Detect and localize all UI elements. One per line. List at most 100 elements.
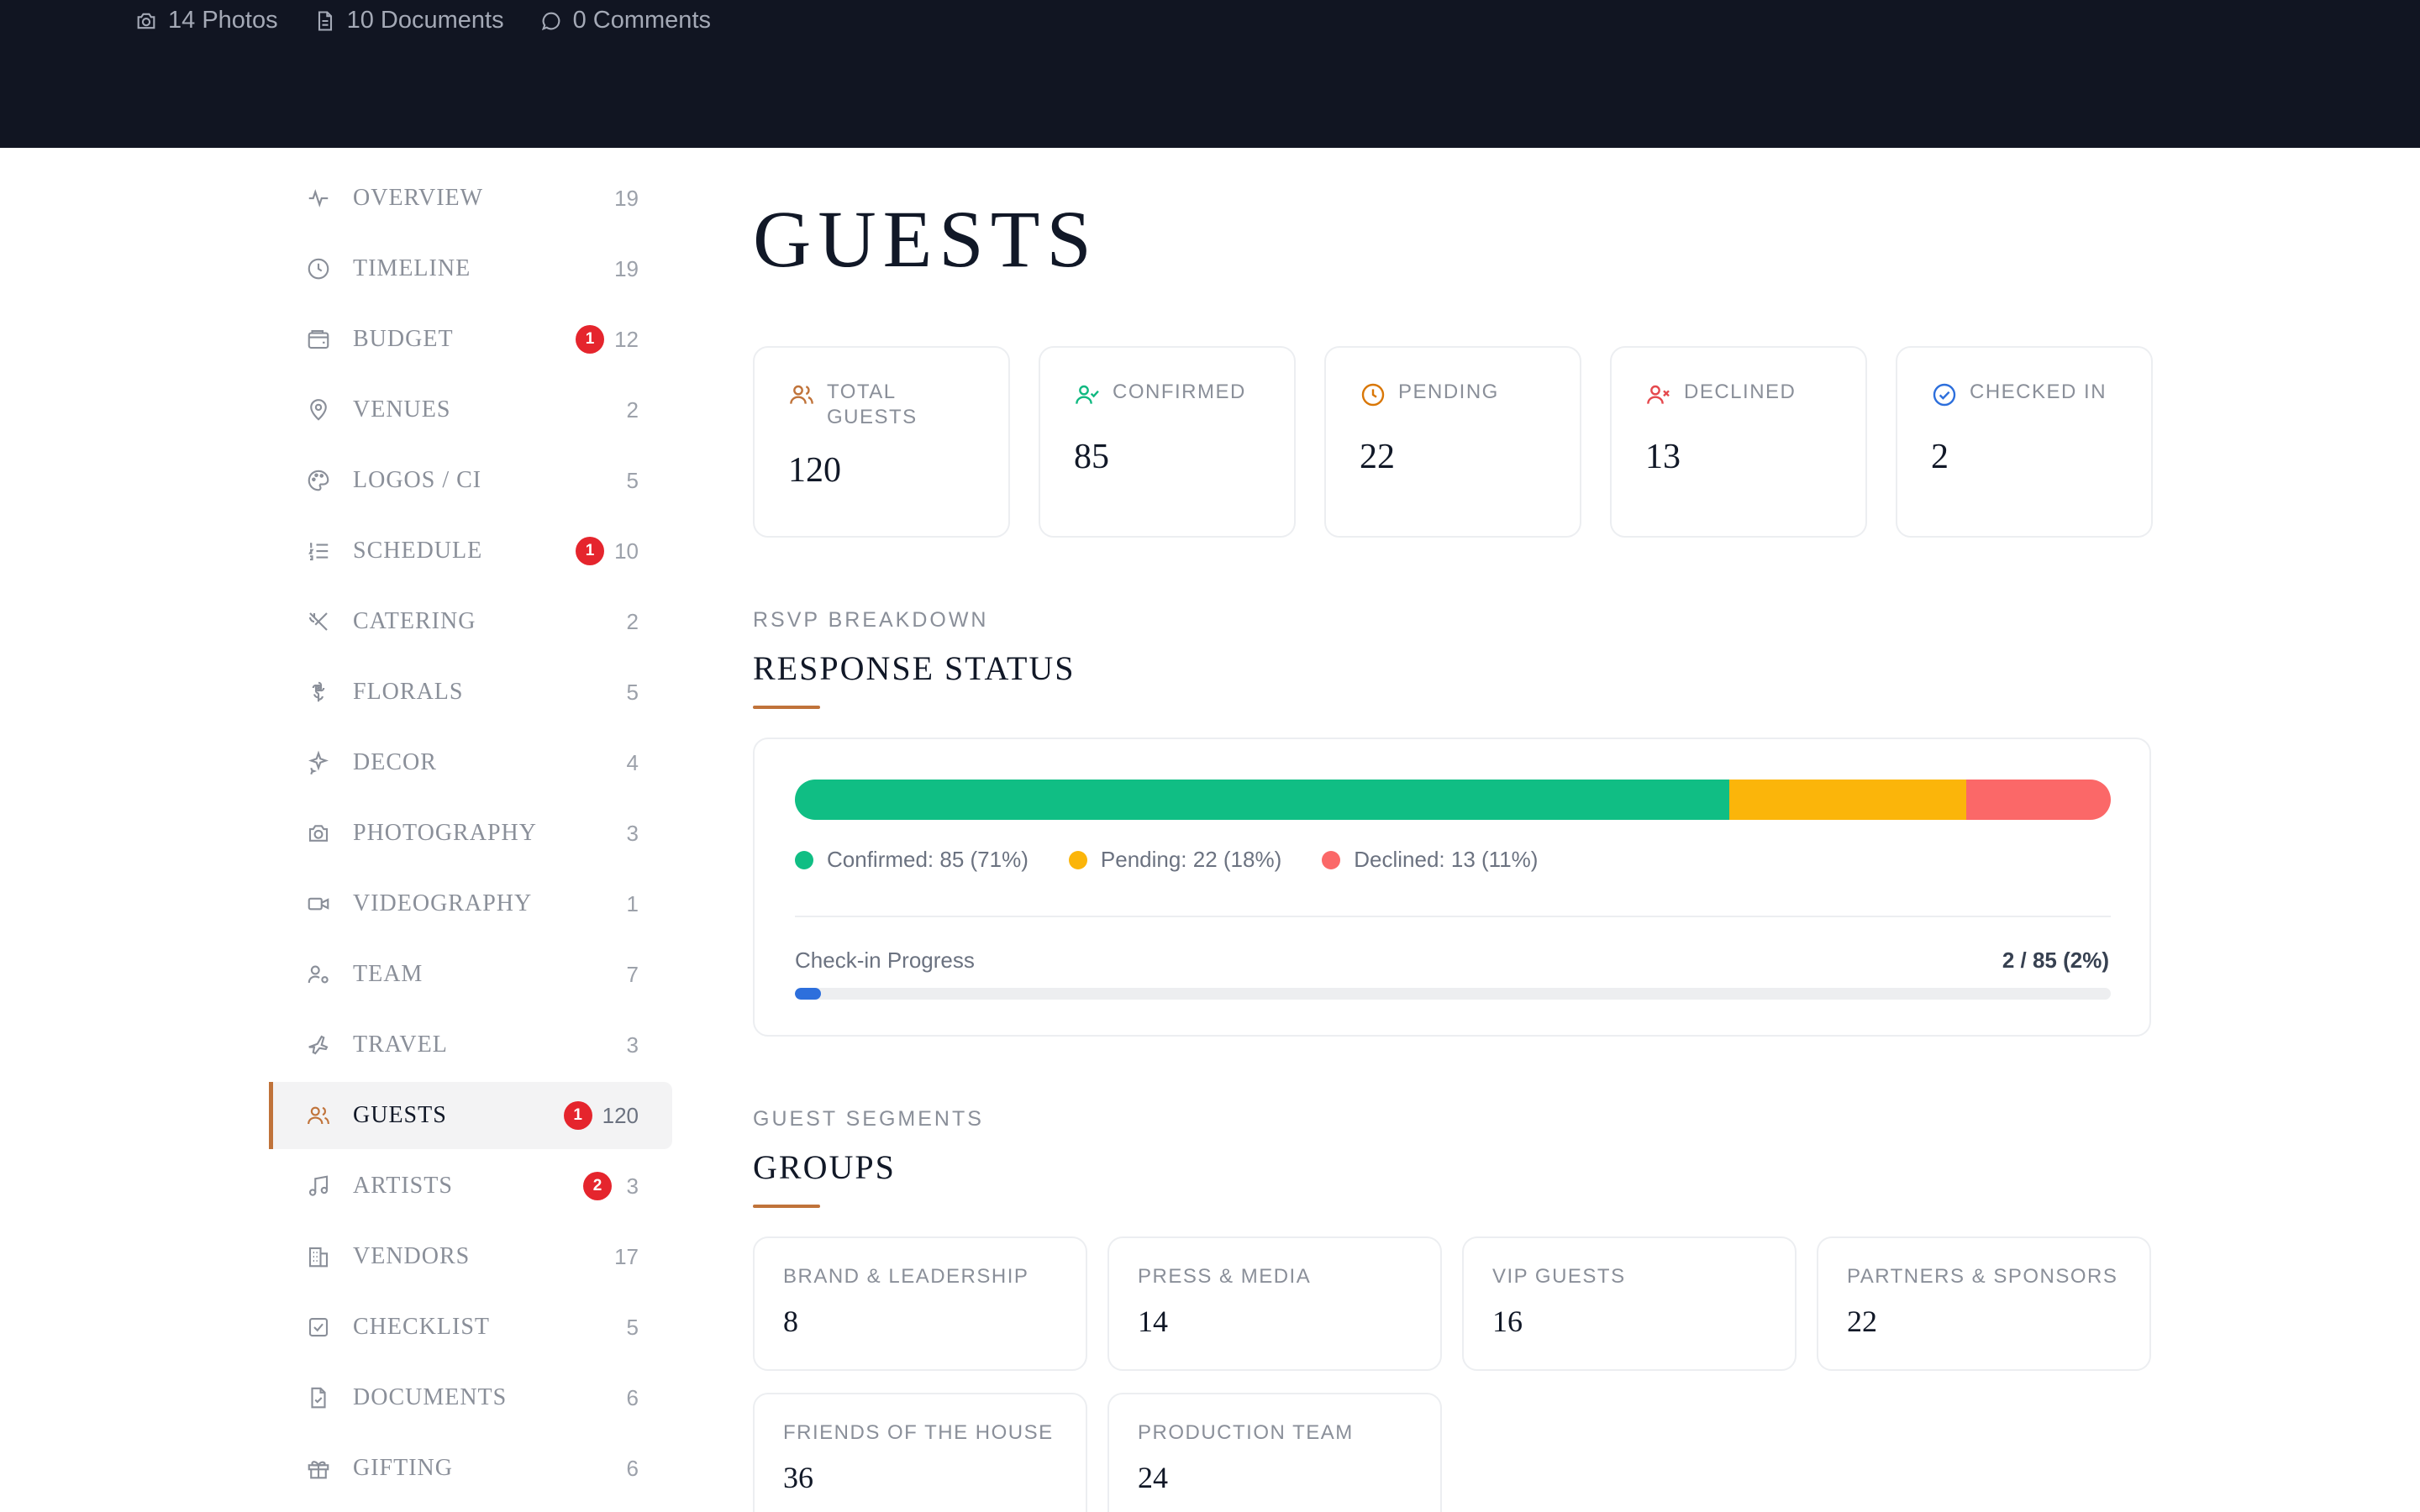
notification-badge: 1	[576, 325, 605, 354]
list-ordered-icon	[306, 538, 331, 564]
stat-value: 85	[1074, 438, 1109, 476]
sidebar-item-documents[interactable]: DOCUMENTS 6	[269, 1364, 672, 1431]
legend-dot-pending	[1068, 850, 1087, 869]
sidebar-item-label: CHECKLIST	[353, 1314, 490, 1340]
sidebar-item-venues[interactable]: VENUES 2	[269, 376, 672, 444]
rsvp-divider	[795, 916, 2111, 917]
group-label: PRODUCTION TEAM	[1138, 1421, 1354, 1444]
rsvp-legend: Confirmed: 85 (71%) Pending: 22 (18%) De…	[795, 847, 1538, 873]
sidebar-item-label: TIMELINE	[353, 255, 471, 281]
stat-value: 13	[1645, 438, 1681, 476]
sidebar-item-count: 5	[626, 1314, 639, 1340]
sidebar-item-team[interactable]: TEAM 7	[269, 941, 672, 1008]
sidebar-item-count: 3	[626, 1032, 639, 1058]
sidebar-item-timeline[interactable]: TIMELINE 19	[269, 235, 672, 302]
group-card-production-team[interactable]: PRODUCTION TEAM 24	[1107, 1393, 1442, 1512]
sidebar-item-label: VIDEOGRAPHY	[353, 890, 533, 916]
sidebar-item-count: 1	[626, 890, 639, 916]
sidebar-item-logos-ci[interactable]: LOGOS / CI 5	[269, 447, 672, 514]
groups-kicker: GUEST SEGMENTS	[753, 1107, 984, 1131]
stats-row: TOTAL GUESTS 120 CONFIRMED 85 PENDING 22…	[753, 346, 2153, 538]
stat-label: CHECKED IN	[1970, 381, 2107, 403]
stat-card-checked-in: CHECKED IN 2	[1896, 346, 2153, 538]
documents-link[interactable]: 10 Documents	[313, 7, 504, 34]
sidebar-item-label: CATERING	[353, 608, 476, 634]
stat-card-declined: DECLINED 13	[1610, 346, 1867, 538]
comment-icon	[541, 12, 560, 30]
documents-count: 10 Documents	[346, 7, 504, 34]
sidebar-item-label: BUDGET	[353, 326, 454, 352]
stat-card-total: TOTAL GUESTS 120	[753, 346, 1010, 538]
checkin-label: Check-in Progress	[795, 948, 975, 973]
project-header: 14 Photos 10 Documents 0 Comments	[0, 0, 2420, 148]
sidebar-item-label: ARTISTS	[353, 1173, 453, 1199]
legend-item-confirmed: Confirmed: 85 (71%)	[795, 847, 1028, 873]
map-pin-icon	[306, 397, 331, 423]
sidebar-item-count: 12	[614, 326, 639, 352]
sidebar-item-count: 6	[626, 1384, 639, 1410]
page-title: GUESTS	[753, 194, 1098, 284]
sidebar-item-count: 19	[614, 255, 639, 281]
sidebar-item-count: 3	[626, 1173, 639, 1199]
sidebar-item-label: OVERVIEW	[353, 185, 484, 211]
groups-grid: BRAND & LEADERSHIP 8 PRESS & MEDIA 14 VIP GU…	[753, 1236, 2151, 1512]
group-card-brand-leadership[interactable]: BRAND & LEADERSHIP 8	[753, 1236, 1087, 1371]
sidebar-item-label: PHOTOGRAPHY	[353, 820, 537, 846]
groups-title-rule	[753, 1205, 820, 1208]
photos-link[interactable]: 14 Photos	[134, 7, 278, 34]
clock-icon	[306, 256, 331, 281]
group-count: 14	[1138, 1305, 1168, 1338]
sidebar-item-label: TEAM	[353, 961, 424, 987]
sidebar-item-catering[interactable]: CATERING 2	[269, 588, 672, 655]
palette-icon	[306, 468, 331, 493]
sidebar-item-count: 120	[602, 1102, 639, 1128]
sidebar-item-gifting[interactable]: GIFTING 6	[269, 1435, 672, 1502]
sidebar-item-florals[interactable]: FLORALS 5	[269, 659, 672, 726]
sidebar-item-label: TRAVEL	[353, 1032, 448, 1058]
users-icon	[790, 385, 813, 404]
photos-count: 14 Photos	[168, 7, 278, 34]
gift-icon	[306, 1456, 331, 1481]
camera-icon	[137, 13, 155, 29]
group-card-vip-guests[interactable]: VIP GUESTS 16	[1462, 1236, 1797, 1371]
groups-title: GROUPS	[753, 1148, 896, 1186]
sidebar-item-label: VENUES	[353, 396, 451, 423]
section-sidebar: OVERVIEW 19 TIMELINE 19 BUDGET 1 12 VENUES 2 LOGO…	[269, 165, 672, 1505]
notification-badge: 2	[583, 1172, 612, 1200]
sidebar-item-schedule[interactable]: SCHEDULE 1 10	[269, 517, 672, 585]
sidebar-item-travel[interactable]: TRAVEL 3	[269, 1011, 672, 1079]
legend-dot-confirmed	[795, 850, 813, 869]
group-count: 36	[783, 1461, 813, 1494]
sidebar-item-count: 5	[626, 467, 639, 493]
rsvp-title: RESPONSE STATUS	[753, 649, 1076, 687]
project-meta: 14 Photos 10 Documents 0 Comments	[134, 7, 711, 34]
sidebar-item-videography[interactable]: VIDEOGRAPHY 1	[269, 870, 672, 937]
sidebar-item-label: FLORALS	[353, 679, 464, 705]
sidebar-item-photography[interactable]: PHOTOGRAPHY 3	[269, 800, 672, 867]
comments-link[interactable]: 0 Comments	[539, 7, 711, 34]
sidebar-item-label: DOCUMENTS	[353, 1384, 508, 1410]
plane-icon	[306, 1032, 331, 1058]
group-card-friends-of-the-house[interactable]: FRIENDS OF THE HOUSE 36	[753, 1393, 1087, 1512]
sidebar-item-guests[interactable]: GUESTS 1 120	[269, 1082, 672, 1149]
group-label: VIP GUESTS	[1492, 1265, 1626, 1288]
group-card-partners-sponsors[interactable]: PARTNERS & SPONSORS 22	[1817, 1236, 2151, 1371]
sidebar-item-artists[interactable]: ARTISTS 2 3	[269, 1152, 672, 1220]
checkin-progress-bar	[795, 988, 2111, 1000]
sidebar-item-count: 19	[614, 185, 639, 211]
sidebar-item-overview[interactable]: OVERVIEW 19	[269, 165, 672, 232]
sidebar-item-budget[interactable]: BUDGET 1 12	[269, 306, 672, 373]
sidebar-item-decor[interactable]: DECOR 4	[269, 729, 672, 796]
stat-card-pending: PENDING 22	[1324, 346, 1581, 538]
rsvp-segment-declined	[1965, 780, 2111, 820]
file-check-icon	[306, 1385, 331, 1410]
sidebar-item-checklist[interactable]: CHECKLIST 5	[269, 1294, 672, 1361]
group-count: 8	[783, 1305, 798, 1338]
sidebar-item-count: 3	[626, 820, 639, 846]
group-label: FRIENDS OF THE HOUSE	[783, 1421, 1054, 1444]
user-check-icon	[1076, 385, 1099, 404]
notification-badge: 1	[576, 537, 605, 565]
stat-value: 120	[788, 451, 841, 490]
group-card-press-media[interactable]: PRESS & MEDIA 14	[1107, 1236, 1442, 1371]
sidebar-item-vendors[interactable]: VENDORS 17	[269, 1223, 672, 1290]
